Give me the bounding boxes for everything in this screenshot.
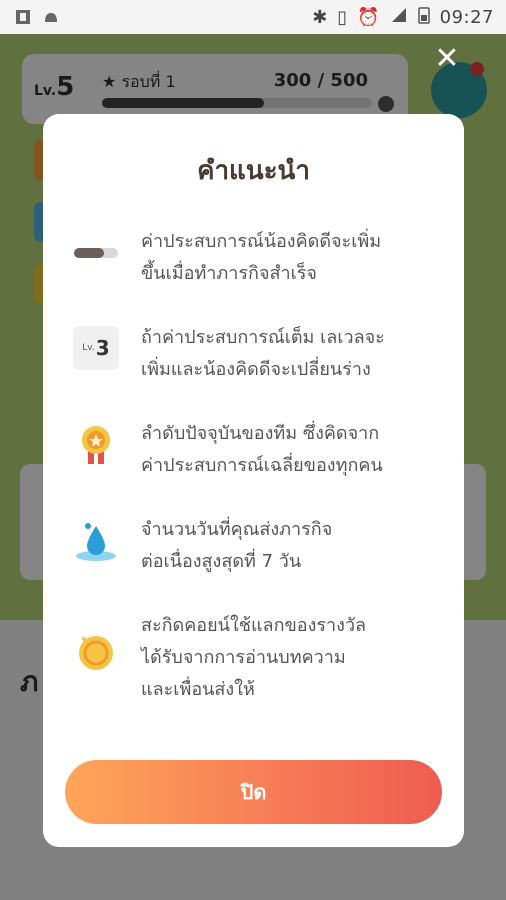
coin-icon [73,630,119,676]
help-item-text: ค่าประสบการณ์น้องคิดดีจะเพิ่ม ขึ้นเมื่อท… [141,231,382,284]
help-item-text: สะกิดคอยน์ใช้แลกของรางวัล ได้รับจากการอ่… [141,615,367,700]
experience-bar-icon [73,230,119,276]
level-badge-icon: Lv. 3 [73,326,119,370]
water-drop-icon [73,518,119,564]
vibrate-icon: ▯ [337,6,348,28]
medal-icon [73,422,119,468]
signal-icon [390,6,408,29]
help-item-text: ลำดับปัจจุบันของทีม ซึ่งคิดจาก ค่าประสบก… [141,423,383,476]
clock: 09:27 [439,6,494,28]
alarm-icon: ⏰ [357,6,380,28]
help-dialog: คำแนะนำ ค่าประสบการณ์น้องคิดดีจะเพิ่ม ขึ… [43,114,464,847]
help-item: ค่าประสบการณ์น้องคิดดีจะเพิ่ม ขึ้นเมื่อท… [73,226,443,290]
help-item: Lv. 3 ถ้าค่าประสบการณ์เต็ม เลเวลจะ เพิ่มแ… [73,322,443,386]
close-icon[interactable]: ✕ [430,42,464,76]
dialog-title: คำแนะนำ [197,156,310,186]
help-item-text: ถ้าค่าประสบการณ์เต็ม เลเวลจะ เพิ่มและน้อ… [141,327,385,380]
usb-icon [14,8,32,26]
help-item: สะกิดคอยน์ใช้แลกของรางวัล ได้รับจากการอ่… [73,610,443,706]
battery-icon [417,6,430,29]
status-bar: ✱ ▯ ⏰ 09:27 [0,0,506,34]
help-item: ลำดับปัจจุบันของทีม ซึ่งคิดจาก ค่าประสบก… [73,418,443,482]
bluetooth-icon: ✱ [312,6,328,28]
close-button[interactable]: ปิด [65,760,442,824]
android-icon [42,8,60,26]
help-item-text: จำนวนวันที่คุณส่งภารกิจ ต่อเนื่องสูงสุดท… [141,519,333,572]
help-item: จำนวนวันที่คุณส่งภารกิจ ต่อเนื่องสูงสุดท… [73,514,443,578]
